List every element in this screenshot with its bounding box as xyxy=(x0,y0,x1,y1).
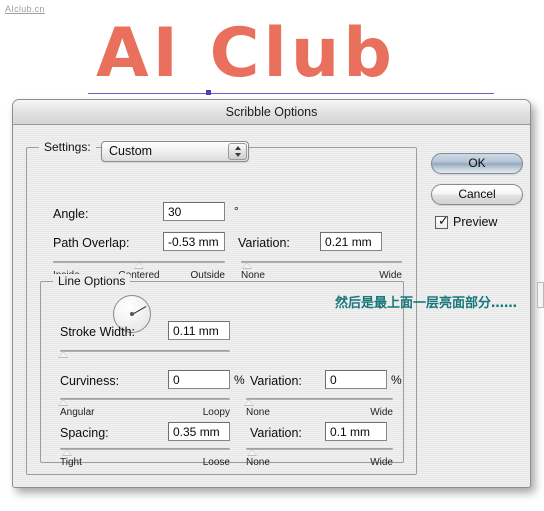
curviness-slider-max-label: Loopy xyxy=(202,407,230,418)
scribble-artwork-text: AI Club xyxy=(96,14,496,94)
slider-thumb[interactable] xyxy=(243,399,254,406)
dialog-button-column: OK Cancel ✓ Preview xyxy=(431,153,523,229)
stroke-width-input[interactable]: 0.11 mm xyxy=(168,321,230,340)
spacing-variation-slider[interactable]: None Wide xyxy=(246,445,393,468)
path-overlap-slider-max-label: Outside xyxy=(190,270,225,281)
preview-checkbox-row[interactable]: ✓ Preview xyxy=(435,215,523,229)
spacing-slider-min-label: Tight xyxy=(60,457,82,468)
settings-preset-value: Custom xyxy=(109,144,153,158)
slider-track[interactable] xyxy=(246,398,393,400)
curviness-unit: % xyxy=(234,373,245,387)
chevron-down-icon xyxy=(234,153,241,157)
path-overlap-variation-label: Variation: xyxy=(238,236,290,250)
spacing-variation-slider-min-label: None xyxy=(246,457,270,468)
curviness-slider-min-label: Angular xyxy=(60,407,95,418)
cancel-button[interactable]: Cancel xyxy=(431,184,523,205)
curviness-label: Curviness: xyxy=(60,374,120,388)
path-anchor-point xyxy=(206,90,211,95)
angle-label: Angle: xyxy=(53,207,89,221)
spacing-slider[interactable]: Tight Loose xyxy=(60,445,230,468)
curviness-variation-label: Variation: xyxy=(250,374,302,388)
angle-unit: ° xyxy=(234,204,239,218)
curviness-variation-slider[interactable]: None Wide xyxy=(243,395,393,418)
preview-label: Preview xyxy=(453,215,498,229)
spacing-variation-slider-max-label: Wide xyxy=(370,457,393,468)
spacing-variation-input[interactable]: 0.1 mm xyxy=(325,422,387,441)
curviness-variation-slider-min-label: None xyxy=(246,407,270,418)
stroke-width-label: Stroke Width: xyxy=(60,325,136,339)
slider-thumb[interactable] xyxy=(246,449,257,456)
slider-thumb[interactable] xyxy=(242,262,253,269)
window-edge-scroll-hint[interactable] xyxy=(537,282,544,308)
slider-thumb[interactable] xyxy=(61,449,72,456)
dialog-titlebar[interactable]: Scribble Options xyxy=(13,100,530,125)
chevron-updown-icon[interactable] xyxy=(228,143,247,160)
spacing-label: Spacing: xyxy=(60,426,109,440)
dialog-title: Scribble Options xyxy=(225,105,318,119)
spacing-slider-max-label: Loose xyxy=(202,457,230,468)
ok-button[interactable]: OK xyxy=(431,153,523,174)
path-overlap-variation-slider-min-label: None xyxy=(241,270,265,281)
curviness-variation-unit: % xyxy=(391,373,402,387)
slider-track[interactable] xyxy=(60,350,230,352)
scribble-artwork: AI Club xyxy=(96,14,496,94)
slider-track[interactable] xyxy=(246,448,393,450)
text-baseline-path xyxy=(88,93,494,94)
slider-thumb[interactable] xyxy=(58,399,69,406)
settings-preset-dropdown[interactable]: Custom xyxy=(101,141,249,162)
curviness-variation-slider-max-label: Wide xyxy=(370,407,393,418)
spacing-input[interactable]: 0.35 mm xyxy=(168,422,230,441)
line-options-legend: Line Options xyxy=(53,274,131,288)
curviness-input[interactable]: 0 xyxy=(168,370,230,389)
slider-track[interactable] xyxy=(241,261,402,263)
angle-input[interactable]: 30 xyxy=(163,202,225,221)
stroke-width-slider[interactable] xyxy=(58,347,230,367)
site-watermark: AIclub.cn xyxy=(5,4,45,14)
slider-track[interactable] xyxy=(60,398,230,400)
settings-label: Settings: xyxy=(39,140,96,154)
curviness-slider[interactable]: Angular Loopy xyxy=(58,395,230,418)
slider-track[interactable] xyxy=(60,448,230,450)
curviness-variation-input[interactable]: 0 xyxy=(325,370,387,389)
chevron-up-icon xyxy=(234,146,241,150)
checkmark-icon: ✓ xyxy=(438,213,449,229)
path-overlap-variation-input[interactable]: 0.21 mm xyxy=(320,232,382,251)
path-overlap-label: Path Overlap: xyxy=(53,236,130,250)
path-overlap-variation-slider[interactable]: None Wide xyxy=(241,258,402,281)
slider-thumb[interactable] xyxy=(58,351,69,358)
slider-thumb[interactable] xyxy=(134,262,144,269)
spacing-variation-label: Variation: xyxy=(250,426,302,440)
chinese-annotation-text: 然后是最上面一层亮面部分…… xyxy=(335,296,518,311)
path-overlap-input[interactable]: -0.53 mm xyxy=(163,232,225,251)
path-overlap-variation-slider-max-label: Wide xyxy=(379,270,402,281)
preview-checkbox[interactable]: ✓ xyxy=(435,213,449,229)
